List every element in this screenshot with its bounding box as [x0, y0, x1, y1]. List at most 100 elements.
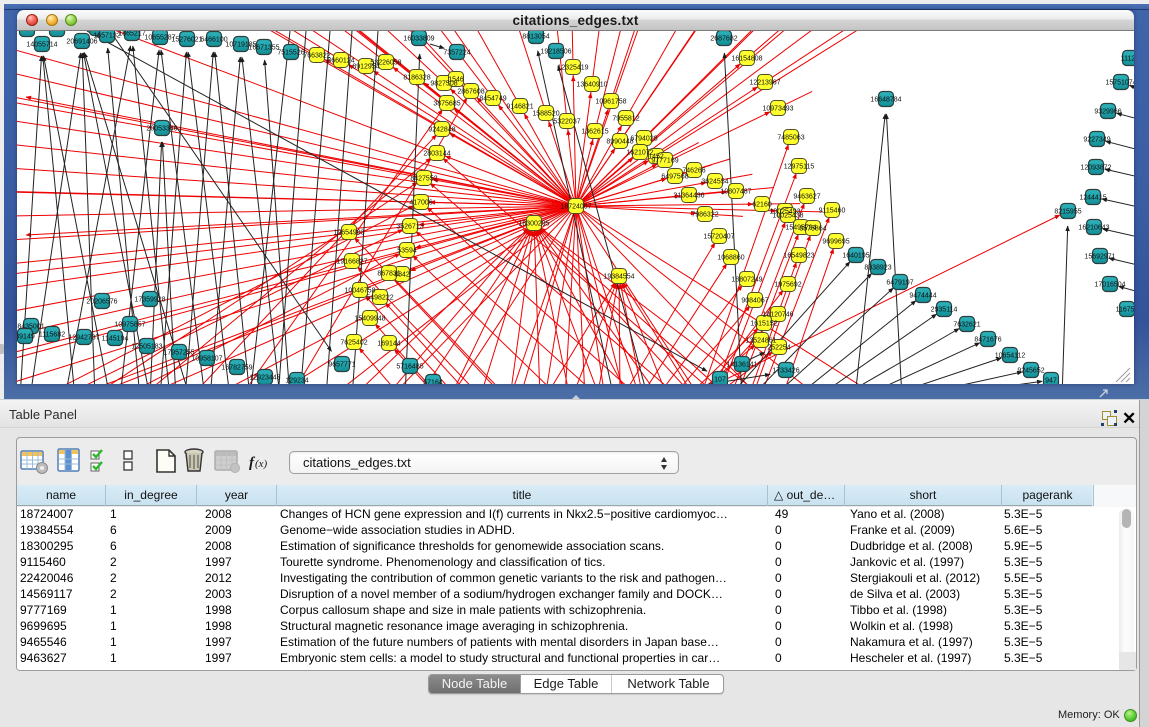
svg-text:15720407: 15720407 — [703, 233, 734, 240]
svg-text:1244415: 1244415 — [1079, 194, 1106, 201]
svg-text:3624554: 3624554 — [701, 178, 728, 185]
svg-text:17359928: 17359928 — [134, 296, 165, 303]
svg-text:1588520: 1588520 — [532, 110, 559, 117]
svg-text:6497568: 6497568 — [661, 173, 688, 180]
svg-text:2867608: 2867608 — [457, 88, 484, 95]
svg-text:12942737: 12942737 — [68, 334, 99, 341]
svg-text:39149: 39149 — [17, 333, 35, 340]
svg-text:12975115: 12975115 — [784, 163, 815, 170]
svg-text:252254: 252254 — [767, 344, 790, 351]
svg-text:5498222: 5498222 — [366, 294, 393, 301]
svg-text:11123: 11123 — [1121, 55, 1134, 62]
svg-text:12505183: 12505183 — [131, 343, 162, 350]
svg-text:20691406: 20691406 — [66, 38, 97, 45]
svg-text:9699695: 9699695 — [822, 238, 849, 245]
svg-text:9115460: 9115460 — [819, 207, 846, 214]
svg-text:867831: 867831 — [377, 270, 400, 277]
svg-text:13640910: 13640910 — [576, 81, 607, 88]
svg-text:62160: 62160 — [752, 201, 772, 208]
svg-text:1546: 1546 — [448, 76, 464, 83]
svg-text:129234: 129234 — [285, 377, 308, 384]
svg-text:16154808: 16154808 — [731, 55, 762, 62]
svg-text:1865217: 1865217 — [118, 31, 145, 37]
svg-text:3575864: 3575864 — [799, 225, 826, 232]
svg-text:18724007: 18724007 — [560, 203, 591, 210]
svg-text:16210643: 16210643 — [1078, 224, 1109, 231]
svg-text:8454749: 8454749 — [479, 95, 506, 102]
svg-text:5322037: 5322037 — [553, 118, 580, 125]
svg-text:8427552: 8427552 — [410, 175, 437, 182]
svg-text:9474444: 9474444 — [909, 292, 936, 299]
svg-text:10120746: 10120746 — [762, 311, 793, 318]
svg-text:8938923: 8938923 — [864, 264, 891, 271]
svg-text:12093872: 12093872 — [1080, 164, 1111, 171]
svg-text:169144: 169144 — [377, 340, 400, 347]
svg-text:18300295: 18300295 — [518, 220, 549, 227]
svg-text:9146821: 9146821 — [506, 103, 533, 110]
svg-text:8435001: 8435001 — [17, 323, 44, 330]
svg-text:1640195: 1640195 — [842, 252, 869, 259]
svg-text:1657132: 1657132 — [93, 32, 120, 39]
svg-text:9657771: 9657771 — [328, 361, 355, 368]
svg-text:2935114: 2935114 — [931, 306, 958, 313]
svg-text:3526713: 3526713 — [396, 223, 423, 230]
svg-text:19384554: 19384554 — [603, 273, 634, 280]
svg-text:16648784: 16648784 — [870, 96, 901, 103]
svg-text:1362615: 1362615 — [581, 128, 608, 135]
svg-text:16549823: 16549823 — [783, 252, 814, 259]
svg-text:19218506: 19218506 — [540, 48, 571, 55]
svg-text:9242848: 9242848 — [428, 126, 455, 133]
svg-text:3875685: 3875685 — [433, 100, 460, 107]
svg-text:10961758: 10961758 — [595, 98, 626, 105]
svg-text:6466100: 6466100 — [200, 36, 227, 43]
svg-text:17957255: 17957255 — [163, 349, 194, 356]
svg-text:2687682: 2687682 — [710, 35, 737, 42]
svg-text:2803144: 2803144 — [423, 150, 450, 157]
svg-text:10025438: 10025438 — [772, 212, 803, 219]
svg-text:10807487: 10807487 — [720, 188, 751, 195]
svg-text:16033809: 16033809 — [403, 35, 434, 42]
svg-text:12923448: 12923448 — [249, 374, 280, 381]
svg-text:12213967: 12213967 — [749, 79, 780, 86]
svg-text:(x): (x) — [255, 458, 268, 470]
svg-text:9463627: 9463627 — [793, 193, 820, 200]
svg-text:9227349: 9227349 — [1083, 136, 1110, 143]
svg-text:15276021: 15276021 — [171, 36, 202, 43]
svg-text:14136141: 14136141 — [726, 361, 757, 368]
svg-text:947: 947 — [1045, 377, 1057, 384]
svg-text:8215955: 8215955 — [1054, 208, 1081, 215]
svg-text:7625402: 7625402 — [340, 339, 367, 346]
svg-text:9245652: 9245652 — [1017, 367, 1044, 374]
svg-text:10046758: 10046758 — [344, 287, 375, 294]
svg-text:1068860: 1068860 — [717, 254, 744, 261]
svg-text:10654112: 10654112 — [995, 352, 1026, 359]
svg-text:7515526: 7515526 — [277, 49, 304, 56]
svg-text:14055714: 14055714 — [26, 41, 57, 48]
svg-text:9777169: 9777169 — [651, 157, 678, 164]
svg-text:17016504: 17016504 — [1094, 281, 1125, 288]
svg-text:8471676: 8471676 — [974, 336, 1001, 343]
svg-text:6794028: 6794028 — [630, 135, 657, 142]
svg-text:1145194: 1145194 — [102, 335, 129, 342]
svg-text:16671355: 16671355 — [248, 44, 279, 51]
svg-text:9084067: 9084067 — [741, 297, 768, 304]
svg-text:12325419: 12325419 — [557, 64, 588, 71]
svg-text:7955812: 7955812 — [612, 115, 639, 122]
svg-text:116753: 116753 — [1116, 306, 1134, 313]
svg-text:10958107: 10958107 — [191, 355, 222, 362]
svg-text:18807249: 18807249 — [731, 276, 762, 283]
svg-text:8186328: 8186328 — [403, 74, 430, 81]
svg-text:10973493: 10973493 — [762, 105, 793, 112]
svg-text:7986322: 7986322 — [691, 211, 718, 218]
svg-text:15409948: 15409948 — [354, 315, 385, 322]
svg-text:5716485: 5716485 — [396, 363, 423, 370]
svg-text:8813054: 8813054 — [522, 33, 549, 40]
svg-text:107: 107 — [714, 376, 726, 383]
svg-text:7357224: 7357224 — [443, 49, 470, 56]
svg-text:1615152: 1615152 — [750, 320, 777, 327]
svg-text:1733426: 1733426 — [772, 367, 799, 374]
svg-text:9329966: 9329966 — [1094, 108, 1121, 115]
svg-text:10975857: 10975857 — [114, 321, 145, 328]
svg-text:1115682: 1115682 — [39, 331, 65, 338]
svg-text:57164: 57164 — [423, 379, 443, 384]
